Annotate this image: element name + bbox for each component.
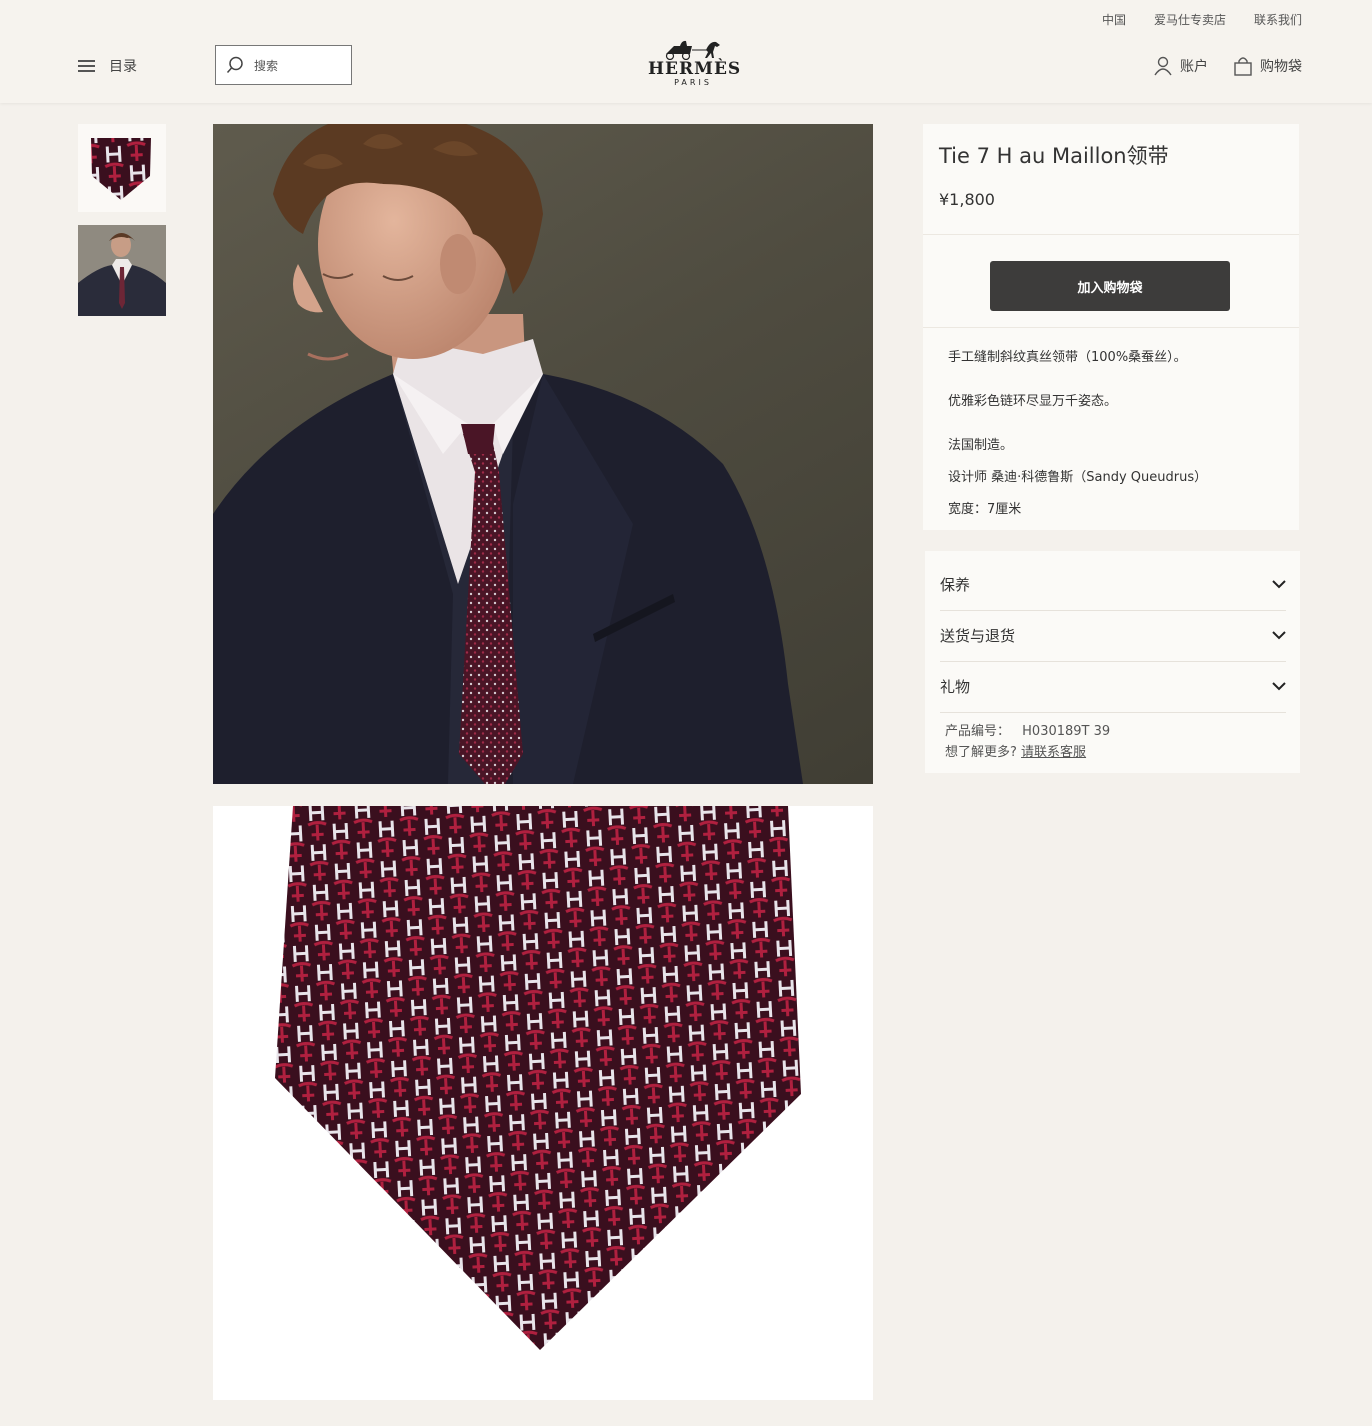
search-icon	[226, 56, 243, 73]
utility-link-stores[interactable]: 爱马仕专卖店	[1154, 11, 1226, 28]
search-placeholder: 搜索	[254, 58, 279, 73]
utility-link-country[interactable]: 中国	[1102, 11, 1126, 28]
description-line: 宽度：7厘米	[948, 502, 1022, 517]
description-line: 优雅彩色链环尽显万千姿态。	[948, 394, 1118, 409]
reference-value: H030189T 39	[1022, 724, 1111, 739]
product-price: ¥1,800	[939, 190, 995, 209]
model-photo-image	[213, 124, 803, 784]
product-photo-tie	[213, 806, 873, 1400]
accordion-delivery-returns[interactable]: 送货与退货	[940, 610, 1286, 662]
account-button[interactable]: 账户	[1154, 56, 1208, 76]
search-input[interactable]: 搜索	[215, 45, 352, 85]
carriage-logo-icon	[665, 40, 720, 60]
contact-prompt: 想了解更多? 请联系客服	[945, 741, 1086, 760]
accordion-care[interactable]: 保养	[940, 559, 1286, 611]
product-reference: 产品编号： H030189T 39	[945, 720, 1110, 739]
tie-thumbnail-image	[91, 138, 151, 200]
logo-subtext: PARIS	[674, 78, 712, 87]
model-thumbnail-image	[78, 225, 166, 316]
accordion-label: 保养	[940, 576, 971, 594]
description-line: 法国制造。	[948, 438, 1014, 453]
menu-button[interactable]: 目录	[78, 56, 137, 76]
user-icon	[1154, 56, 1172, 76]
product-photo-model	[213, 124, 873, 784]
reference-label: 产品编号：	[945, 724, 1011, 739]
bag-label: 购物袋	[1260, 59, 1302, 75]
logo-text: HERMÈS	[648, 59, 742, 79]
more-info-label: 想了解更多?	[945, 745, 1017, 760]
shopping-bag-button[interactable]: 购物袋	[1234, 56, 1302, 76]
site-header: 中国 爱马仕专卖店 联系我们 目录 搜索 HERMÈS PARIS 账户 购物袋	[0, 0, 1372, 103]
product-title: Tie 7 H au Maillon领带	[939, 144, 1169, 168]
shopping-bag-icon	[1234, 56, 1252, 76]
description-line: 设计师 桑迪·科德鲁斯（Sandy Queudrus）	[948, 470, 1208, 485]
thumbnail-tie[interactable]	[78, 124, 166, 212]
accordion-label: 礼物	[940, 678, 971, 696]
account-label: 账户	[1180, 59, 1208, 75]
description-line: 手工缝制斜纹真丝领带（100%桑蚕丝）。	[948, 350, 1187, 365]
hamburger-icon	[78, 59, 95, 73]
chevron-down-icon	[1272, 631, 1286, 640]
product-info-panel: Tie 7 H au Maillon领带 ¥1,800 加入购物袋 手工缝制斜纹…	[923, 124, 1299, 530]
hermes-logo[interactable]: HERMÈS PARIS	[648, 38, 742, 92]
utility-link-contact[interactable]: 联系我们	[1254, 11, 1302, 28]
thumbnail-model[interactable]	[78, 225, 166, 316]
menu-label: 目录	[109, 59, 137, 75]
account-nav: 账户 购物袋	[1154, 56, 1302, 76]
divider	[923, 234, 1299, 235]
product-details-accordion: 保养 送货与退货 礼物 产品编号： H030189T 39 想了解更多? 请联系…	[925, 551, 1300, 773]
chevron-down-icon	[1272, 682, 1286, 691]
tie-closeup-image	[275, 806, 801, 1350]
divider	[923, 327, 1299, 328]
add-to-bag-button[interactable]: 加入购物袋	[990, 261, 1230, 311]
accordion-label: 送货与退货	[940, 627, 1016, 645]
accordion-gift[interactable]: 礼物	[940, 661, 1286, 713]
utility-nav: 中国 爱马仕专卖店 联系我们	[1102, 11, 1302, 28]
chevron-down-icon	[1272, 580, 1286, 589]
contact-service-link[interactable]: 请联系客服	[1021, 745, 1086, 760]
